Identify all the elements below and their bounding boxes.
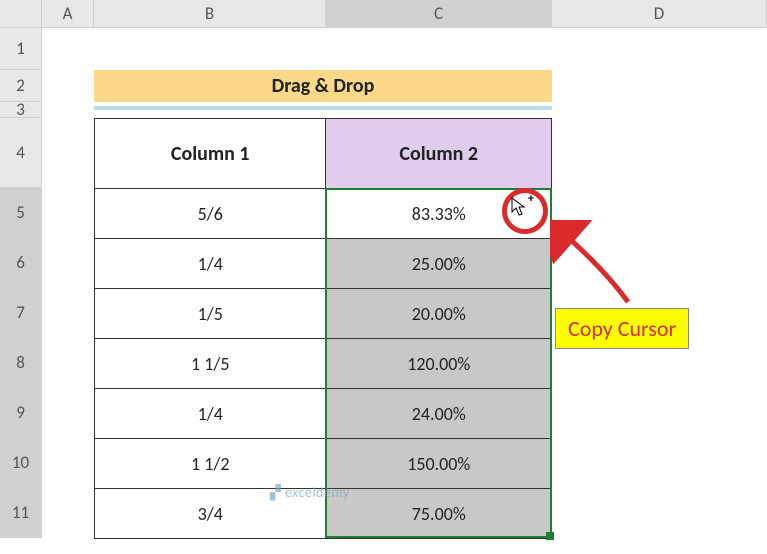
table-row: 1 1/5 120.00% bbox=[95, 339, 552, 389]
row-header-9[interactable]: 9 bbox=[0, 388, 42, 438]
row-header-1[interactable]: 1 bbox=[0, 28, 42, 70]
cell-b7[interactable]: 1/5 bbox=[95, 289, 326, 339]
cell-b11[interactable]: 3/4 bbox=[95, 489, 326, 539]
cell-c7[interactable]: 20.00% bbox=[326, 289, 552, 339]
column-header-D[interactable]: D bbox=[552, 0, 767, 27]
cell-c9[interactable]: 24.00% bbox=[326, 389, 552, 439]
cell-b9[interactable]: 1/4 bbox=[95, 389, 326, 439]
spreadsheet-view: A B C D 1 2 3 4 5 6 7 8 9 10 11 Drag & D… bbox=[0, 0, 767, 554]
cell-c5[interactable]: 83.33% bbox=[326, 189, 552, 239]
table-row: 5/6 83.33% bbox=[95, 189, 552, 239]
row-header-10[interactable]: 10 bbox=[0, 438, 42, 488]
callout-label: Copy Cursor bbox=[555, 308, 689, 349]
title-merged-cell[interactable]: Drag & Drop bbox=[94, 70, 552, 102]
cell-c6[interactable]: 25.00% bbox=[326, 239, 552, 289]
cell-b5[interactable]: 5/6 bbox=[95, 189, 326, 239]
row-header-5[interactable]: 5 bbox=[0, 188, 42, 238]
header-col1[interactable]: Column 1 bbox=[95, 119, 326, 189]
title-underline bbox=[94, 106, 552, 110]
row-header-6[interactable]: 6 bbox=[0, 238, 42, 288]
row-header-8[interactable]: 8 bbox=[0, 338, 42, 388]
column-headers-row: A B C D bbox=[0, 0, 767, 28]
table-row: 1/5 20.00% bbox=[95, 289, 552, 339]
cell-b8[interactable]: 1 1/5 bbox=[95, 339, 326, 389]
table-row: 1 1/2 150.00% bbox=[95, 439, 552, 489]
row-header-7[interactable]: 7 bbox=[0, 288, 42, 338]
table-row: 1/4 25.00% bbox=[95, 239, 552, 289]
column-header-C[interactable]: C bbox=[326, 0, 552, 27]
table-row: 3/4 75.00% bbox=[95, 489, 552, 539]
cell-c10[interactable]: 150.00% bbox=[326, 439, 552, 489]
column-header-B[interactable]: B bbox=[94, 0, 326, 27]
row-header-2[interactable]: 2 bbox=[0, 70, 42, 102]
column-header-A[interactable]: A bbox=[42, 0, 94, 27]
row-header-11[interactable]: 11 bbox=[0, 488, 42, 538]
select-all-corner[interactable] bbox=[0, 0, 42, 27]
row-headers-column: 1 2 3 4 5 6 7 8 9 10 11 bbox=[0, 28, 42, 538]
cell-grid[interactable]: Drag & Drop Column 1 Column 2 5/6 83.33%… bbox=[42, 28, 767, 538]
table-row: 1/4 24.00% bbox=[95, 389, 552, 439]
cell-b6[interactable]: 1/4 bbox=[95, 239, 326, 289]
row-header-4[interactable]: 4 bbox=[0, 118, 42, 188]
row-header-3[interactable]: 3 bbox=[0, 102, 42, 118]
header-col2[interactable]: Column 2 bbox=[326, 119, 552, 189]
data-table: Column 1 Column 2 5/6 83.33% 1/4 25.00% … bbox=[94, 118, 552, 539]
cell-c11[interactable]: 75.00% bbox=[326, 489, 552, 539]
cell-b10[interactable]: 1 1/2 bbox=[95, 439, 326, 489]
cell-c8[interactable]: 120.00% bbox=[326, 339, 552, 389]
